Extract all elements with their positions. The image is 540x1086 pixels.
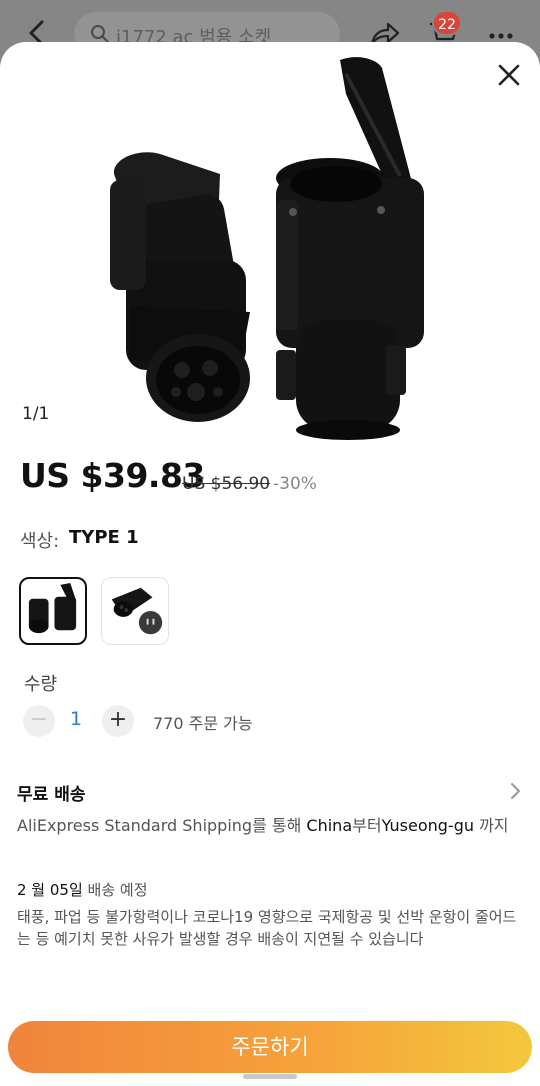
more-icon[interactable]: [488, 24, 514, 44]
sale-price: US $39.83: [20, 456, 205, 495]
image-counter: 1/1: [22, 404, 50, 424]
product-image[interactable]: [100, 50, 440, 440]
shipping-to: 까지: [474, 816, 509, 835]
home-indicator: [243, 1074, 297, 1079]
delivery-suffix: 배송 예정: [82, 881, 148, 899]
cart-count-badge: 22: [432, 10, 462, 36]
delivery-delay-notice: 태풍, 파업 등 불가항력이나 코로나19 영향으로 국제항공 및 선박 운항이…: [17, 908, 517, 948]
color-label: 색상:: [20, 531, 60, 552]
color-option-type-2[interactable]: [101, 577, 169, 645]
quantity-decrease-button[interactable]: −: [23, 705, 55, 737]
right-adapter: [276, 57, 424, 440]
color-option-type-1[interactable]: [19, 577, 87, 645]
close-icon[interactable]: [494, 60, 524, 90]
discount-badge: -30%: [273, 474, 317, 494]
shipping-via: 를 통해: [252, 816, 307, 835]
order-button[interactable]: 주문하기: [8, 1021, 532, 1073]
sku-bottom-sheet: 1/1 US $39.83 US $56.90 -30% 색상: TYPE 1 …: [0, 42, 540, 1086]
left-adapter: [110, 152, 250, 422]
shipping-destination: Yuseong-gu: [381, 816, 474, 835]
original-price: US $56.90: [182, 474, 271, 494]
search-icon: [91, 25, 109, 43]
chevron-right-icon[interactable]: [508, 780, 524, 802]
swatch-thumbnail: [28, 582, 77, 634]
quantity-available: 770 주문 가능: [153, 714, 253, 733]
swatch-thumbnail: [111, 587, 163, 635]
delivery-date: 2 월 05일: [17, 881, 83, 899]
shipping-title[interactable]: 무료 배송: [17, 780, 85, 805]
quantity-label: 수량: [24, 674, 58, 695]
shipping-description: AliExpress Standard Shipping를 통해 China부터…: [17, 812, 509, 836]
quantity-value[interactable]: 1: [70, 708, 82, 730]
quantity-increase-button[interactable]: +: [102, 705, 134, 737]
shipping-from: 부터: [352, 816, 382, 835]
color-value: TYPE 1: [69, 527, 139, 548]
shipping-carrier: AliExpress Standard Shipping: [17, 816, 253, 835]
shipping-origin: China: [306, 816, 353, 835]
delivery-estimate: 2 월 05일 배송 예정: [17, 879, 148, 900]
